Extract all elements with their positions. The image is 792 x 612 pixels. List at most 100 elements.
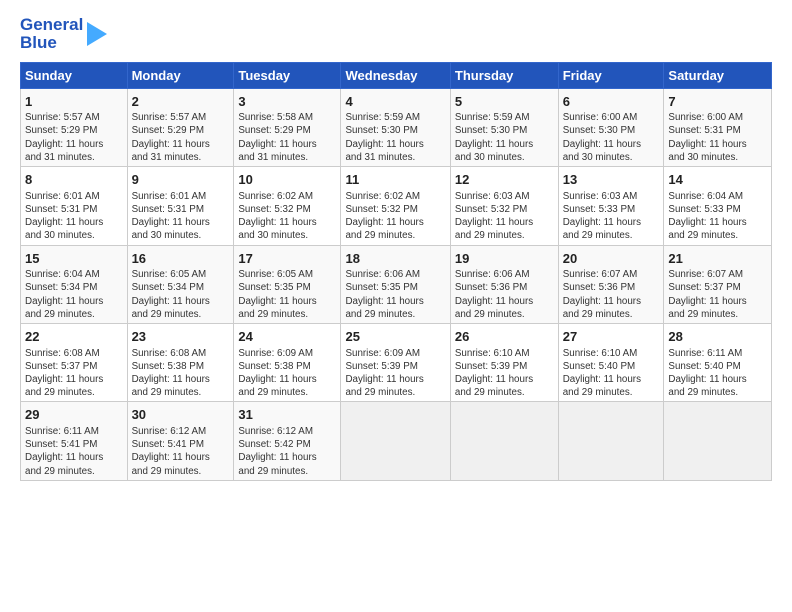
day-info: Sunrise: 6:03 AM Sunset: 5:32 PM Dayligh… [455, 190, 554, 243]
day-info: Sunrise: 6:11 AM Sunset: 5:40 PM Dayligh… [668, 347, 767, 400]
day-number: 21 [668, 250, 767, 268]
day-cell: 5Sunrise: 5:59 AM Sunset: 5:30 PM Daylig… [450, 88, 558, 166]
day-info: Sunrise: 6:07 AM Sunset: 5:36 PM Dayligh… [563, 268, 660, 321]
logo-general: General [20, 16, 83, 34]
day-info: Sunrise: 6:09 AM Sunset: 5:39 PM Dayligh… [345, 347, 445, 400]
day-info: Sunrise: 6:01 AM Sunset: 5:31 PM Dayligh… [25, 190, 123, 243]
day-number: 1 [25, 93, 123, 111]
day-number: 31 [238, 406, 336, 424]
day-info: Sunrise: 6:11 AM Sunset: 5:41 PM Dayligh… [25, 425, 123, 478]
day-cell: 16Sunrise: 6:05 AM Sunset: 5:34 PM Dayli… [127, 245, 234, 323]
calendar-header-row: SundayMondayTuesdayWednesdayThursdayFrid… [21, 62, 772, 88]
day-number: 12 [455, 171, 554, 189]
day-cell [664, 402, 772, 480]
day-cell: 13Sunrise: 6:03 AM Sunset: 5:33 PM Dayli… [558, 167, 664, 245]
day-number: 17 [238, 250, 336, 268]
day-info: Sunrise: 6:00 AM Sunset: 5:31 PM Dayligh… [668, 111, 767, 164]
day-cell: 8Sunrise: 6:01 AM Sunset: 5:31 PM Daylig… [21, 167, 128, 245]
day-number: 24 [238, 328, 336, 346]
header-wednesday: Wednesday [341, 62, 450, 88]
day-info: Sunrise: 6:03 AM Sunset: 5:33 PM Dayligh… [563, 190, 660, 243]
day-cell: 29Sunrise: 6:11 AM Sunset: 5:41 PM Dayli… [21, 402, 128, 480]
day-cell: 3Sunrise: 5:58 AM Sunset: 5:29 PM Daylig… [234, 88, 341, 166]
day-cell: 26Sunrise: 6:10 AM Sunset: 5:39 PM Dayli… [450, 323, 558, 401]
day-number: 28 [668, 328, 767, 346]
day-cell: 15Sunrise: 6:04 AM Sunset: 5:34 PM Dayli… [21, 245, 128, 323]
day-cell: 23Sunrise: 6:08 AM Sunset: 5:38 PM Dayli… [127, 323, 234, 401]
day-number: 6 [563, 93, 660, 111]
day-cell: 31Sunrise: 6:12 AM Sunset: 5:42 PM Dayli… [234, 402, 341, 480]
day-cell: 21Sunrise: 6:07 AM Sunset: 5:37 PM Dayli… [664, 245, 772, 323]
day-info: Sunrise: 6:05 AM Sunset: 5:35 PM Dayligh… [238, 268, 336, 321]
header-tuesday: Tuesday [234, 62, 341, 88]
day-cell: 24Sunrise: 6:09 AM Sunset: 5:38 PM Dayli… [234, 323, 341, 401]
header-monday: Monday [127, 62, 234, 88]
day-cell: 1Sunrise: 5:57 AM Sunset: 5:29 PM Daylig… [21, 88, 128, 166]
day-cell: 4Sunrise: 5:59 AM Sunset: 5:30 PM Daylig… [341, 88, 450, 166]
calendar: SundayMondayTuesdayWednesdayThursdayFrid… [20, 62, 772, 481]
header-sunday: Sunday [21, 62, 128, 88]
day-info: Sunrise: 6:10 AM Sunset: 5:39 PM Dayligh… [455, 347, 554, 400]
day-number: 14 [668, 171, 767, 189]
day-number: 27 [563, 328, 660, 346]
day-cell: 27Sunrise: 6:10 AM Sunset: 5:40 PM Dayli… [558, 323, 664, 401]
day-cell: 28Sunrise: 6:11 AM Sunset: 5:40 PM Dayli… [664, 323, 772, 401]
day-info: Sunrise: 6:08 AM Sunset: 5:38 PM Dayligh… [132, 347, 230, 400]
day-info: Sunrise: 6:04 AM Sunset: 5:33 PM Dayligh… [668, 190, 767, 243]
day-cell: 9Sunrise: 6:01 AM Sunset: 5:31 PM Daylig… [127, 167, 234, 245]
day-number: 18 [345, 250, 445, 268]
day-info: Sunrise: 6:12 AM Sunset: 5:42 PM Dayligh… [238, 425, 336, 478]
day-info: Sunrise: 6:06 AM Sunset: 5:35 PM Dayligh… [345, 268, 445, 321]
day-info: Sunrise: 6:01 AM Sunset: 5:31 PM Dayligh… [132, 190, 230, 243]
day-info: Sunrise: 5:59 AM Sunset: 5:30 PM Dayligh… [455, 111, 554, 164]
day-number: 19 [455, 250, 554, 268]
week-row-4: 22Sunrise: 6:08 AM Sunset: 5:37 PM Dayli… [21, 323, 772, 401]
day-info: Sunrise: 6:05 AM Sunset: 5:34 PM Dayligh… [132, 268, 230, 321]
day-number: 9 [132, 171, 230, 189]
day-number: 23 [132, 328, 230, 346]
header-friday: Friday [558, 62, 664, 88]
day-cell [450, 402, 558, 480]
day-number: 26 [455, 328, 554, 346]
day-number: 30 [132, 406, 230, 424]
day-cell: 6Sunrise: 6:00 AM Sunset: 5:30 PM Daylig… [558, 88, 664, 166]
day-cell [558, 402, 664, 480]
day-info: Sunrise: 6:04 AM Sunset: 5:34 PM Dayligh… [25, 268, 123, 321]
day-cell: 18Sunrise: 6:06 AM Sunset: 5:35 PM Dayli… [341, 245, 450, 323]
day-info: Sunrise: 6:02 AM Sunset: 5:32 PM Dayligh… [345, 190, 445, 243]
day-cell: 22Sunrise: 6:08 AM Sunset: 5:37 PM Dayli… [21, 323, 128, 401]
logo-blue: Blue [20, 34, 83, 52]
day-info: Sunrise: 6:07 AM Sunset: 5:37 PM Dayligh… [668, 268, 767, 321]
day-cell: 25Sunrise: 6:09 AM Sunset: 5:39 PM Dayli… [341, 323, 450, 401]
logo: General Blue [20, 16, 107, 52]
day-number: 29 [25, 406, 123, 424]
week-row-5: 29Sunrise: 6:11 AM Sunset: 5:41 PM Dayli… [21, 402, 772, 480]
logo-arrow-icon [87, 22, 107, 46]
day-info: Sunrise: 5:58 AM Sunset: 5:29 PM Dayligh… [238, 111, 336, 164]
day-info: Sunrise: 5:57 AM Sunset: 5:29 PM Dayligh… [132, 111, 230, 164]
day-info: Sunrise: 5:59 AM Sunset: 5:30 PM Dayligh… [345, 111, 445, 164]
day-cell: 7Sunrise: 6:00 AM Sunset: 5:31 PM Daylig… [664, 88, 772, 166]
day-info: Sunrise: 6:06 AM Sunset: 5:36 PM Dayligh… [455, 268, 554, 321]
day-number: 16 [132, 250, 230, 268]
day-number: 8 [25, 171, 123, 189]
day-cell: 11Sunrise: 6:02 AM Sunset: 5:32 PM Dayli… [341, 167, 450, 245]
day-cell: 14Sunrise: 6:04 AM Sunset: 5:33 PM Dayli… [664, 167, 772, 245]
header-saturday: Saturday [664, 62, 772, 88]
day-number: 7 [668, 93, 767, 111]
day-cell [341, 402, 450, 480]
day-number: 11 [345, 171, 445, 189]
day-number: 15 [25, 250, 123, 268]
day-number: 5 [455, 93, 554, 111]
day-info: Sunrise: 6:09 AM Sunset: 5:38 PM Dayligh… [238, 347, 336, 400]
page: General Blue SundayMondayTuesdayWednesda… [0, 0, 792, 491]
day-number: 22 [25, 328, 123, 346]
header-thursday: Thursday [450, 62, 558, 88]
day-cell: 20Sunrise: 6:07 AM Sunset: 5:36 PM Dayli… [558, 245, 664, 323]
day-number: 20 [563, 250, 660, 268]
day-info: Sunrise: 6:10 AM Sunset: 5:40 PM Dayligh… [563, 347, 660, 400]
day-number: 3 [238, 93, 336, 111]
day-info: Sunrise: 5:57 AM Sunset: 5:29 PM Dayligh… [25, 111, 123, 164]
day-number: 2 [132, 93, 230, 111]
week-row-3: 15Sunrise: 6:04 AM Sunset: 5:34 PM Dayli… [21, 245, 772, 323]
